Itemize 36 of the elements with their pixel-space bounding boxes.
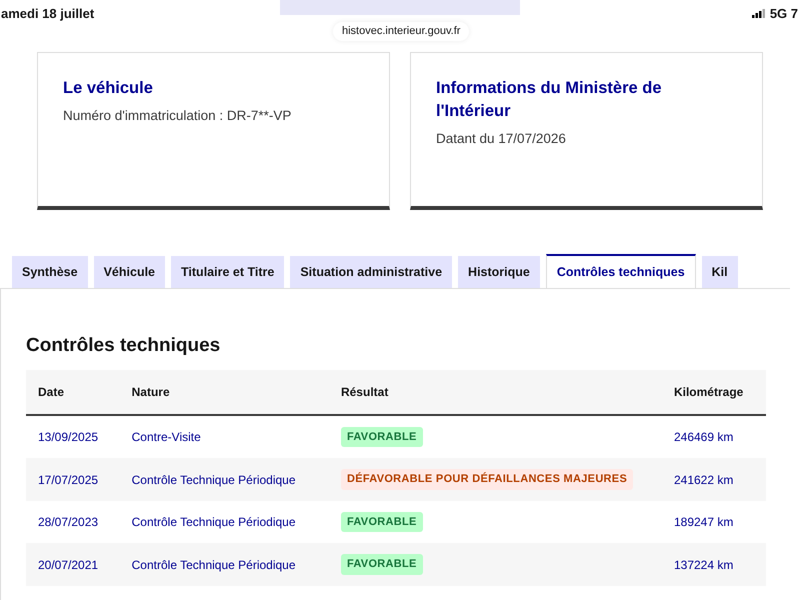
mileage-cell: 189247 km [662, 500, 766, 544]
tab[interactable]: Synthèse [12, 256, 88, 288]
column-header: Résultat [328, 370, 662, 415]
result-tag: FAVORABLE [340, 512, 423, 532]
tab[interactable]: Titulaire et Titre [171, 256, 284, 288]
mileage-cell: 137224 km [662, 543, 766, 586]
url-bar[interactable]: histovec.interieur.gouv.fr [333, 22, 470, 40]
card-title: Le véhicule [63, 78, 154, 99]
result-tag: FAVORABLE [340, 554, 423, 575]
nature-cell: Contrôle Technique Périodique [120, 458, 329, 501]
section-title: Contrôles techniques [26, 335, 222, 358]
nature-cell: Contre-Visite [120, 414, 329, 458]
nature-cell: Contrôle Technique Périodique [120, 543, 329, 586]
status-date: amedi 18 juillet [1, 5, 94, 23]
column-header: Date [26, 370, 120, 415]
date-cell: 17/07/2025 [26, 458, 120, 501]
card-text: Numéro d'immatriculation : DR-7**-VP [63, 107, 292, 125]
tab[interactable]: Situation administrative [290, 256, 452, 288]
tab[interactable]: Véhicule [94, 256, 166, 288]
date-cell: 20/07/2021 [26, 543, 120, 586]
tab[interactable]: Kil [702, 256, 738, 288]
result-tag: DÉFAVORABLE POUR DÉFAILLANCES MAJEURES [340, 469, 634, 490]
column-header: Kilométrage [662, 370, 766, 415]
date-cell: 28/07/2023 [26, 500, 120, 544]
signal-icon [752, 9, 766, 18]
result-tag: FAVORABLE [340, 426, 423, 448]
card-text: Datant du 17/07/2026 [436, 130, 567, 148]
column-header: Nature [120, 370, 329, 415]
mileage-cell: 241622 km [662, 458, 766, 501]
tab[interactable]: Contrôles techniques [546, 254, 696, 288]
card-title: Informations du Ministère de l'Intérieur [436, 78, 663, 122]
network-label: 5G 7 [770, 5, 798, 23]
date-cell: 13/09/2025 [26, 414, 120, 458]
tab[interactable]: Historique [458, 256, 540, 288]
nature-cell: Contrôle Technique Périodique [120, 500, 329, 544]
mileage-cell: 246469 km [662, 414, 766, 458]
